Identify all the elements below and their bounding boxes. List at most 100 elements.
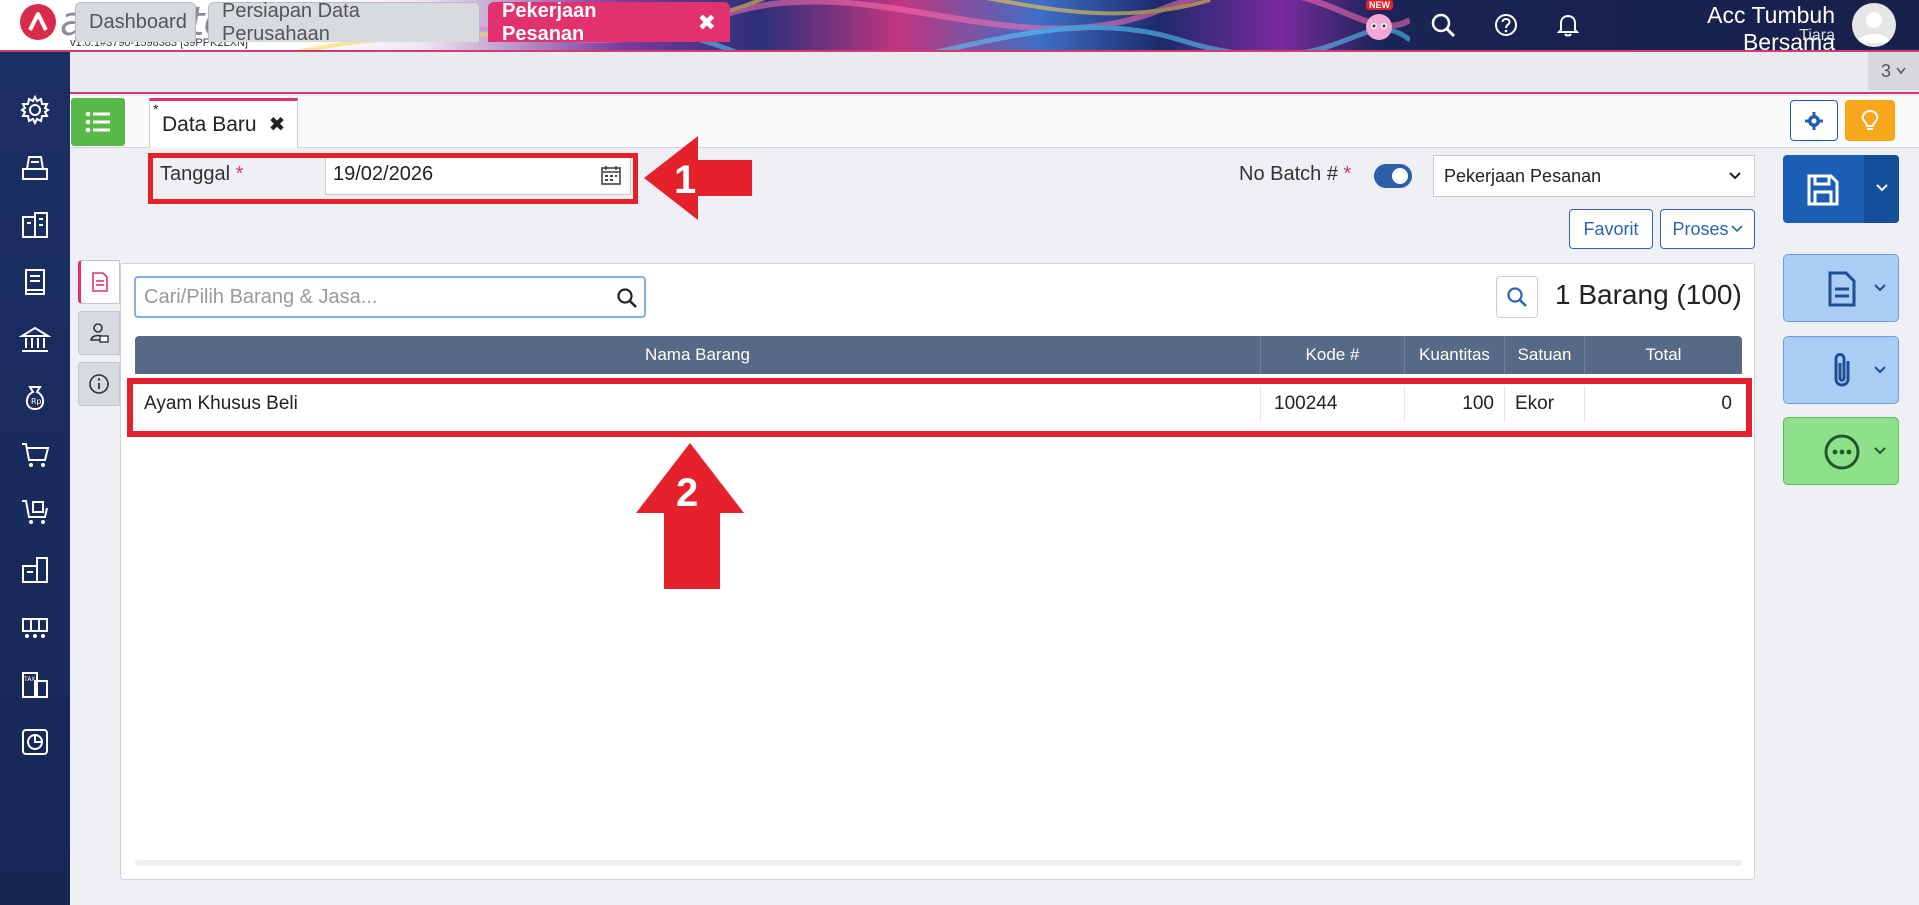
save-button[interactable] bbox=[1783, 155, 1899, 223]
purchase-cart-icon bbox=[22, 500, 48, 524]
document-bar bbox=[70, 96, 1919, 148]
print-button[interactable] bbox=[1783, 254, 1899, 322]
unsaved-marker: * bbox=[153, 101, 159, 117]
tab-dashboard[interactable]: Dashboard bbox=[75, 2, 196, 42]
notification-button[interactable] bbox=[1551, 8, 1585, 42]
tax-icon: TAX bbox=[22, 672, 48, 698]
building-icon bbox=[22, 212, 48, 238]
favorit-label: Favorit bbox=[1583, 218, 1639, 239]
horizontal-scrollbar[interactable] bbox=[135, 860, 1742, 866]
doc-tab-data-baru[interactable]: * Data Baru ✖ bbox=[149, 98, 298, 148]
list-view-button[interactable] bbox=[71, 98, 125, 146]
search-icon bbox=[617, 288, 637, 308]
bank-icon bbox=[19, 326, 51, 352]
nobatch-label: No Batch # * bbox=[1239, 163, 1351, 186]
bell-icon bbox=[1557, 14, 1579, 37]
help-icon bbox=[1495, 14, 1517, 36]
batch-select[interactable]: Pekerjaan Pesanan bbox=[1433, 155, 1755, 197]
mini-tab-detail[interactable] bbox=[78, 260, 120, 304]
annotation-highlight-2 bbox=[127, 378, 1752, 437]
chevron-down-icon bbox=[1896, 67, 1906, 75]
nobatch-toggle[interactable] bbox=[1374, 164, 1412, 188]
chevron-down-icon bbox=[1874, 284, 1886, 292]
tab-pekerjaan-pesanan[interactable]: Pekerjaan Pesanan ✖ bbox=[488, 0, 730, 45]
warehouse-icon bbox=[22, 557, 48, 583]
item-search-placeholder: Cari/Pilih Barang & Jasa... bbox=[144, 286, 378, 308]
sidebar-item-cash[interactable]: Rp bbox=[17, 379, 53, 415]
svg-text:Rp: Rp bbox=[31, 397, 42, 406]
document-lines-icon bbox=[92, 272, 108, 292]
chevron-down-icon bbox=[1876, 184, 1888, 192]
new-badge: NEW bbox=[1366, 0, 1393, 10]
column-header-nama[interactable]: Nama Barang bbox=[135, 336, 1261, 374]
tab-count-dropdown[interactable]: 3 bbox=[1868, 52, 1919, 90]
sidebar-item-ledger[interactable] bbox=[17, 264, 53, 300]
search-icon bbox=[1431, 13, 1456, 38]
paperclip-icon bbox=[1834, 353, 1850, 387]
save-options-dropdown[interactable] bbox=[1864, 155, 1899, 223]
tab-count: 3 bbox=[1880, 60, 1891, 81]
tab-label: Persiapan Data Perusahaan bbox=[222, 0, 360, 45]
sidebar-item-company[interactable] bbox=[17, 207, 53, 243]
sidebar-item-tax[interactable]: TAX bbox=[17, 667, 53, 703]
svg-text:TAX: TAX bbox=[23, 676, 35, 683]
conveyor-icon bbox=[22, 618, 48, 638]
lightbulb-icon bbox=[1861, 109, 1879, 130]
column-header-kuantitas[interactable]: Kuantitas bbox=[1405, 336, 1505, 374]
item-lookup-button[interactable] bbox=[1496, 276, 1538, 318]
search-icon bbox=[1507, 287, 1527, 307]
help-button[interactable] bbox=[1489, 8, 1523, 42]
info-icon bbox=[89, 374, 109, 394]
user-avatar-icon bbox=[1858, 12, 1890, 43]
tips-button[interactable] bbox=[1845, 100, 1895, 141]
save-icon bbox=[1807, 174, 1839, 206]
sidebar-item-cashier[interactable] bbox=[17, 149, 53, 185]
tab-label: Dashboard bbox=[89, 11, 187, 33]
mascot-icon bbox=[1366, 14, 1392, 40]
more-actions-button[interactable] bbox=[1783, 417, 1899, 485]
sidebar: Rp TAX bbox=[0, 52, 70, 905]
annotation-marker-1: 1 bbox=[674, 158, 696, 202]
logo-mark-icon bbox=[20, 4, 56, 40]
document-icon bbox=[1828, 271, 1856, 307]
item-search-input[interactable]: Cari/Pilih Barang & Jasa... bbox=[134, 276, 646, 318]
sidebar-item-settings[interactable] bbox=[17, 92, 53, 128]
close-icon[interactable]: ✖ bbox=[269, 112, 286, 137]
tab-bar bbox=[70, 52, 1919, 94]
user-name: Tiara bbox=[1799, 27, 1835, 44]
sidebar-item-reports[interactable] bbox=[17, 724, 53, 760]
form-settings-button[interactable] bbox=[1790, 100, 1838, 141]
chevron-down-icon bbox=[1874, 447, 1886, 455]
sidebar-item-bank[interactable] bbox=[17, 322, 53, 358]
annotation-marker-2: 2 bbox=[676, 471, 698, 515]
attachment-button[interactable] bbox=[1783, 336, 1899, 404]
tab-label: Pekerjaan Pesanan bbox=[502, 0, 597, 45]
mini-tab-info[interactable] bbox=[78, 362, 120, 406]
batch-select-value: Pekerjaan Pesanan bbox=[1444, 165, 1602, 186]
cart-icon bbox=[22, 443, 50, 467]
report-chart-icon bbox=[22, 729, 48, 755]
tab-persiapan-data[interactable]: Persiapan Data Perusahaan bbox=[208, 0, 480, 45]
column-header-satuan[interactable]: Satuan bbox=[1505, 336, 1585, 374]
list-icon bbox=[85, 111, 110, 133]
sidebar-item-inventory[interactable] bbox=[17, 552, 53, 588]
annotation-arrow-up-icon: 2 bbox=[636, 443, 744, 589]
column-header-kode[interactable]: Kode # bbox=[1261, 336, 1405, 374]
close-icon[interactable]: ✖ bbox=[698, 10, 716, 36]
required-mark: * bbox=[1343, 163, 1352, 185]
items-table-header: Nama Barang Kode # Kuantitas Satuan Tota… bbox=[135, 336, 1742, 374]
favorit-button[interactable]: Favorit bbox=[1569, 209, 1653, 249]
proses-button[interactable]: Proses bbox=[1660, 209, 1755, 249]
annotation-highlight-1 bbox=[148, 153, 638, 204]
global-search-button[interactable] bbox=[1426, 8, 1460, 42]
avatar[interactable] bbox=[1852, 3, 1896, 47]
chevron-down-icon bbox=[1729, 172, 1741, 180]
sidebar-item-manufacturing[interactable] bbox=[17, 609, 53, 645]
money-bag-icon: Rp bbox=[25, 386, 45, 411]
sidebar-item-sales[interactable] bbox=[17, 437, 53, 473]
mini-tab-cost[interactable] bbox=[78, 311, 120, 355]
sidebar-item-purchase[interactable] bbox=[17, 494, 53, 530]
gear-icon bbox=[1805, 111, 1823, 130]
column-header-total[interactable]: Total bbox=[1585, 336, 1742, 374]
new-feature-button[interactable]: NEW bbox=[1362, 0, 1396, 42]
